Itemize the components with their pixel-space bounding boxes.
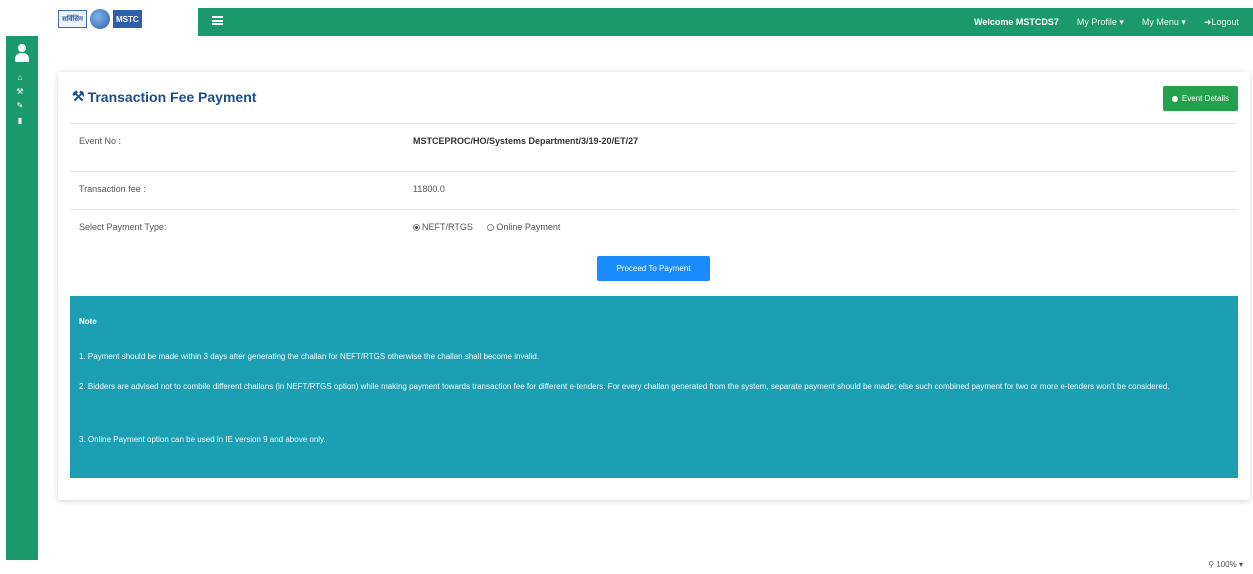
my-profile-menu[interactable]: My Profile ▾ <box>1077 17 1124 28</box>
transaction-fee-value: 11800.0 <box>413 184 445 194</box>
hamburger-menu-icon[interactable] <box>212 16 223 25</box>
sidebar: ⌂ ⚒ ✎ ▮ <box>6 36 38 560</box>
payment-type-label: Select Payment Type: <box>79 222 167 232</box>
online-payment-radio[interactable]: Online Payment <box>487 222 566 232</box>
welcome-text: Welcome MSTCDS7 <box>974 17 1059 27</box>
note-title: Note <box>79 317 97 326</box>
note-item: 3. Online Payment option can be used in … <box>79 435 326 444</box>
gavel-icon: ⚒ <box>72 88 85 104</box>
zoom-level[interactable]: ⚲ 100% ▾ <box>1208 560 1243 569</box>
proceed-to-payment-button[interactable]: Proceed To Payment <box>597 256 710 281</box>
neft-rtgs-radio[interactable]: NEFT/RTGS <box>413 222 479 232</box>
logo-mstc: MSTC <box>112 10 142 28</box>
home-icon[interactable]: ⌂ <box>15 73 25 83</box>
event-no-value: MSTCEPROC/HO/Systems Department/3/19-20/… <box>413 136 639 146</box>
note-panel: Note 1. Payment should be made within 3 … <box>70 296 1238 478</box>
payment-type-row: Select Payment Type: NEFT/RTGS Online Pa… <box>70 209 1238 245</box>
event-details-button[interactable]: Event Details <box>1162 86 1238 111</box>
event-no-row: Event No : MSTCEPROC/HO/Systems Departme… <box>70 123 1238 159</box>
user-icon[interactable] <box>14 44 30 62</box>
info-icon <box>1171 95 1178 102</box>
nav-bar: Welcome MSTCDS7 My Profile ▾ My Menu ▾ ➜… <box>198 8 1253 36</box>
my-menu-dropdown[interactable]: My Menu ▾ <box>1142 17 1186 28</box>
event-no-label: Event No : <box>79 136 122 146</box>
bar-chart-icon[interactable]: ▮ <box>15 116 25 126</box>
nav-right: Welcome MSTCDS7 My Profile ▾ My Menu ▾ ➜… <box>974 8 1239 36</box>
transaction-fee-row: Transaction fee : 11800.0 <box>70 171 1238 207</box>
note-item: 1. Payment should be made within 3 days … <box>79 352 540 361</box>
note-item: 2. Bidders are advised not to combile di… <box>79 382 1170 391</box>
transaction-fee-label: Transaction fee : <box>79 184 146 194</box>
logo[interactable]: सर्विसिंग MSTC <box>58 7 168 31</box>
logo-left: सर्विसिंग <box>58 10 87 28</box>
transaction-fee-card: ⚒ Transaction Fee Payment Event Details … <box>58 72 1250 500</box>
graduation-cap-icon[interactable]: ✎ <box>15 101 25 111</box>
globe-icon <box>89 9 110 29</box>
payment-type-options: NEFT/RTGS Online Payment <box>413 222 572 232</box>
gavel-icon[interactable]: ⚒ <box>15 87 25 97</box>
magnifier-icon: ⚲ <box>1208 560 1215 569</box>
page-title: ⚒ Transaction Fee Payment <box>72 88 257 105</box>
logout-link[interactable]: ➜Logout <box>1204 17 1239 28</box>
